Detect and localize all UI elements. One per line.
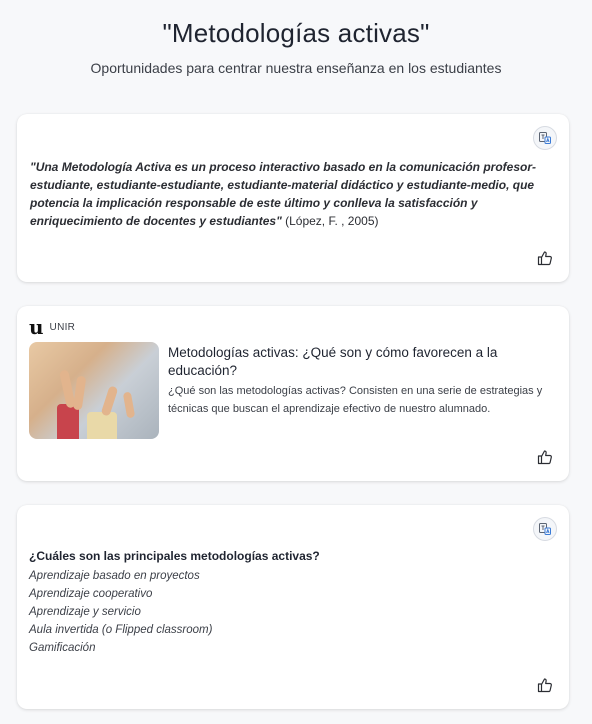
- list-item: Aula invertida (o Flipped classroom): [29, 624, 213, 636]
- source-name: UNIR: [49, 321, 76, 333]
- list-card: ¿Cuáles son las principales metodologías…: [17, 505, 569, 709]
- link-card[interactable]: u UNIR Metodologías activas: ¿Qué son y …: [17, 306, 569, 481]
- source-logo: u: [29, 315, 44, 339]
- quote-card: "Una Metodología Activa es un proceso in…: [17, 114, 569, 282]
- thumbs-up-icon: [537, 251, 552, 266]
- translate-icon: [539, 523, 551, 535]
- translate-icon: [539, 132, 551, 144]
- methodology-list: Aprendizaje basado en proyectos Aprendiz…: [29, 567, 212, 657]
- quote-paragraph: "Una Metodología Activa es un proceso in…: [30, 158, 540, 230]
- list-item: Aprendizaje y servicio: [29, 606, 141, 618]
- list-item: Aprendizaje basado en proyectos: [29, 570, 200, 582]
- like-button[interactable]: [535, 248, 555, 268]
- thumbs-up-icon: [537, 678, 552, 693]
- list-heading: ¿Cuáles son las principales metodologías…: [29, 549, 320, 563]
- link-title[interactable]: Metodologías activas: ¿Qué son y cómo fa…: [168, 344, 548, 380]
- link-description: ¿Qué son las metodologías activas? Consi…: [168, 385, 543, 415]
- page-subtitle: Oportunidades para centrar nuestra enseñ…: [90, 60, 502, 76]
- list-item: Aprendizaje cooperativo: [29, 588, 153, 600]
- like-button[interactable]: [535, 675, 555, 695]
- thumbs-up-icon: [537, 450, 552, 465]
- list-item: Gamificación: [29, 642, 96, 654]
- link-source: u UNIR: [29, 315, 76, 339]
- link-thumbnail[interactable]: [29, 342, 159, 439]
- page-title: "Metodologías activas": [162, 18, 430, 48]
- translate-button[interactable]: [533, 517, 557, 541]
- quote-citation: (López, F. , 2005): [281, 214, 379, 228]
- translate-button[interactable]: [533, 126, 557, 150]
- like-button[interactable]: [535, 447, 555, 467]
